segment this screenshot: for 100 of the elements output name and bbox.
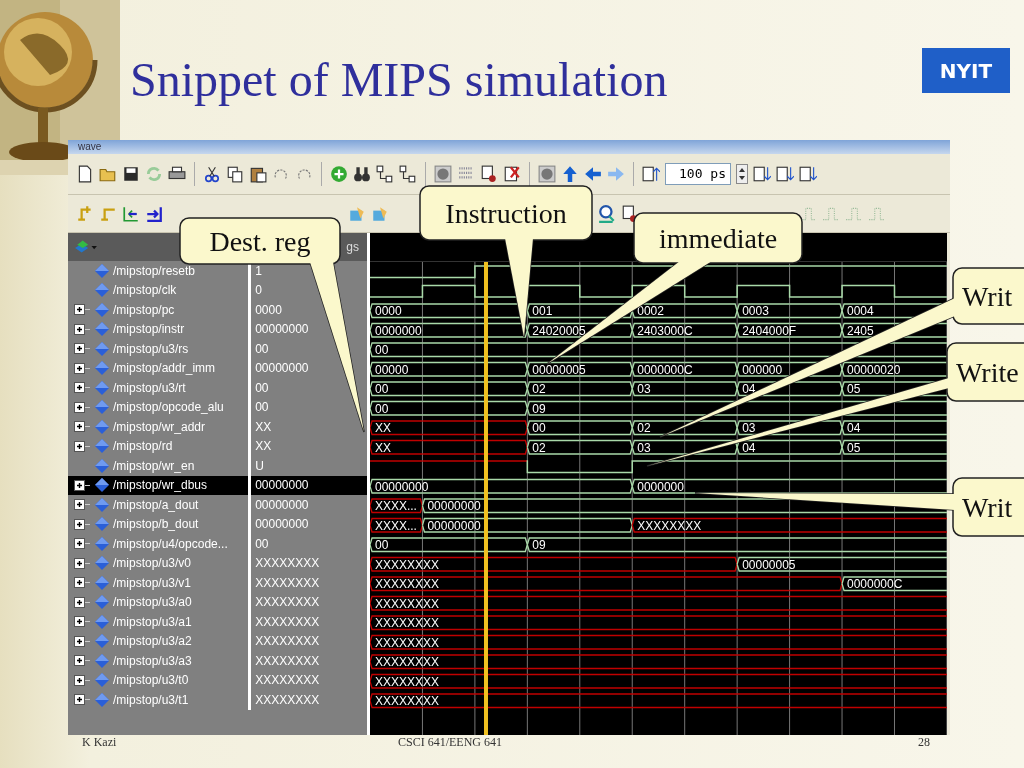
list-up-icon[interactable] [642, 165, 660, 183]
expand-icon[interactable] [74, 440, 90, 452]
expand-icon[interactable] [74, 674, 90, 686]
edge-left-icon[interactable] [122, 204, 140, 223]
signal-row-cell[interactable]: /mipstop/wr_dbus [68, 475, 249, 495]
footer-author: K Kazi [82, 735, 118, 750]
signal-name: /mipstop/wr_dbus [113, 478, 208, 493]
tree-icon[interactable] [376, 165, 394, 183]
left-arrow-icon[interactable] [584, 165, 602, 183]
bus-value: XXXXXXXX [375, 596, 439, 611]
spinner-icon[interactable] [736, 164, 748, 184]
callout-label: Write [956, 357, 1019, 388]
signal-row-cell[interactable]: /mipstop/rd [68, 436, 249, 456]
signal-value: XXXXXXXX [255, 653, 320, 668]
callout-label: immediate [658, 223, 778, 254]
signal-row-cell[interactable]: /mipstop/u3/v1 [68, 573, 249, 593]
time-field[interactable]: 100 ps [665, 163, 731, 185]
expand-icon[interactable] [74, 343, 90, 355]
signal-row-cell[interactable]: /mipstop/u3/rs [68, 339, 249, 359]
expand-icon[interactable] [74, 499, 90, 511]
signal-row-cell[interactable]: /mipstop/wr_addr [68, 417, 249, 437]
signal-row-cell[interactable]: /mipstop/u3/t0 [68, 670, 249, 690]
bus-value: 05 [847, 382, 861, 397]
expand-icon[interactable] [74, 655, 90, 667]
clipboard-icon[interactable] [249, 165, 267, 183]
signal-row-cell[interactable]: /mipstop/u4/opcode... [68, 534, 249, 554]
diamond-icon [94, 301, 110, 318]
signal-row-cell[interactable]: /mipstop/u3/t1 [68, 690, 249, 710]
bus-value: 00000005 [532, 362, 586, 377]
expand-icon[interactable] [74, 401, 90, 413]
tree-icon[interactable] [399, 165, 417, 183]
expand-icon[interactable] [74, 557, 90, 569]
signal-name: /mipstop/b_dout [113, 517, 199, 532]
expand-icon[interactable] [74, 694, 90, 706]
list-down-icon[interactable] [753, 165, 771, 183]
signal-row-cell[interactable]: /mipstop/u3/a1 [68, 612, 249, 632]
signal-row-cell[interactable]: /mipstop/resetb [68, 261, 249, 281]
zoom-in-icon[interactable] [598, 204, 616, 223]
diamond-icon [94, 457, 110, 474]
signal-row-cell[interactable]: /mipstop/u3/a0 [68, 592, 249, 612]
column-label: gs [346, 240, 359, 254]
signal-name: /mipstop/u3/a3 [113, 653, 192, 668]
bus-value: 00000020 [847, 362, 901, 377]
signal-name: /mipstop/pc [113, 302, 175, 317]
expand-icon[interactable] [74, 577, 90, 589]
expand-icon[interactable] [74, 421, 90, 433]
expand-icon[interactable] [74, 323, 90, 335]
signal-row-cell[interactable]: /mipstop/a_dout [68, 495, 249, 515]
bus-value: XXXX... [375, 518, 417, 533]
add-icon[interactable] [330, 165, 348, 183]
signal-row-cell[interactable]: /mipstop/u3/a3 [68, 651, 249, 671]
bus-value: 09 [532, 401, 546, 416]
expand-icon[interactable] [74, 538, 90, 550]
expand-icon[interactable] [74, 635, 90, 647]
diamond-icon [94, 418, 110, 435]
bus-value: 00 [375, 538, 389, 553]
document-cross-icon[interactable] [503, 165, 521, 183]
signal-name: /mipstop/clk [113, 283, 177, 298]
expand-icon[interactable] [74, 518, 90, 530]
logo: NYIT [922, 48, 1010, 93]
signal-row-cell[interactable]: /mipstop/u3/rt [68, 378, 249, 398]
signal-value: XXXXXXXX [255, 575, 320, 590]
signal-name: /mipstop/u3/t1 [113, 692, 189, 707]
signal-row-cell[interactable]: /mipstop/opcode_alu [68, 397, 249, 417]
scissors-icon[interactable] [203, 165, 221, 183]
signal-name: /mipstop/u3/a1 [113, 614, 192, 629]
signal-name: /mipstop/u3/t0 [113, 673, 189, 688]
signal-value: XXXXXXXX [255, 595, 320, 610]
save-icon[interactable] [122, 165, 140, 183]
bus-value: 0003 [742, 304, 769, 319]
binoculars-icon[interactable] [353, 165, 371, 183]
signal-row-cell[interactable]: /mipstop/u3/a2 [68, 631, 249, 651]
expand-icon[interactable] [74, 304, 90, 316]
expand-icon[interactable] [74, 616, 90, 628]
list-down-icon[interactable] [776, 165, 794, 183]
edge-right-icon[interactable] [145, 204, 163, 223]
up-arrow-icon[interactable] [561, 165, 579, 183]
signal-row-cell[interactable]: /mipstop/addr_imm [68, 358, 249, 378]
expand-icon[interactable] [74, 362, 90, 374]
expand-icon[interactable] [74, 596, 90, 608]
disc-icon[interactable] [538, 165, 556, 183]
window-title: wave [78, 141, 102, 152]
page-number: 28 [918, 735, 930, 750]
expand-icon[interactable] [74, 382, 90, 394]
signal-row-cell[interactable]: /mipstop/clk [68, 280, 249, 300]
signal-value: U [255, 458, 264, 473]
signal-row-cell[interactable]: /mipstop/pc [68, 300, 249, 320]
bus-value: 00000 [375, 362, 409, 377]
callout-label: Writ [962, 492, 1013, 523]
signal-row-cell[interactable]: /mipstop/instr [68, 319, 249, 339]
signal-row-cell[interactable]: /mipstop/wr_en [68, 456, 249, 476]
diamond-icon [94, 594, 110, 611]
signal-row-cell[interactable]: /mipstop/b_dout [68, 514, 249, 534]
list-down-icon[interactable] [799, 165, 817, 183]
signal-name: /mipstop/wr_en [113, 458, 195, 473]
disc-icon[interactable] [434, 165, 452, 183]
copy-icon[interactable] [226, 165, 244, 183]
signal-row-cell[interactable]: /mipstop/u3/v0 [68, 553, 249, 573]
expand-icon[interactable] [74, 479, 90, 491]
new-file-icon[interactable] [76, 165, 94, 183]
